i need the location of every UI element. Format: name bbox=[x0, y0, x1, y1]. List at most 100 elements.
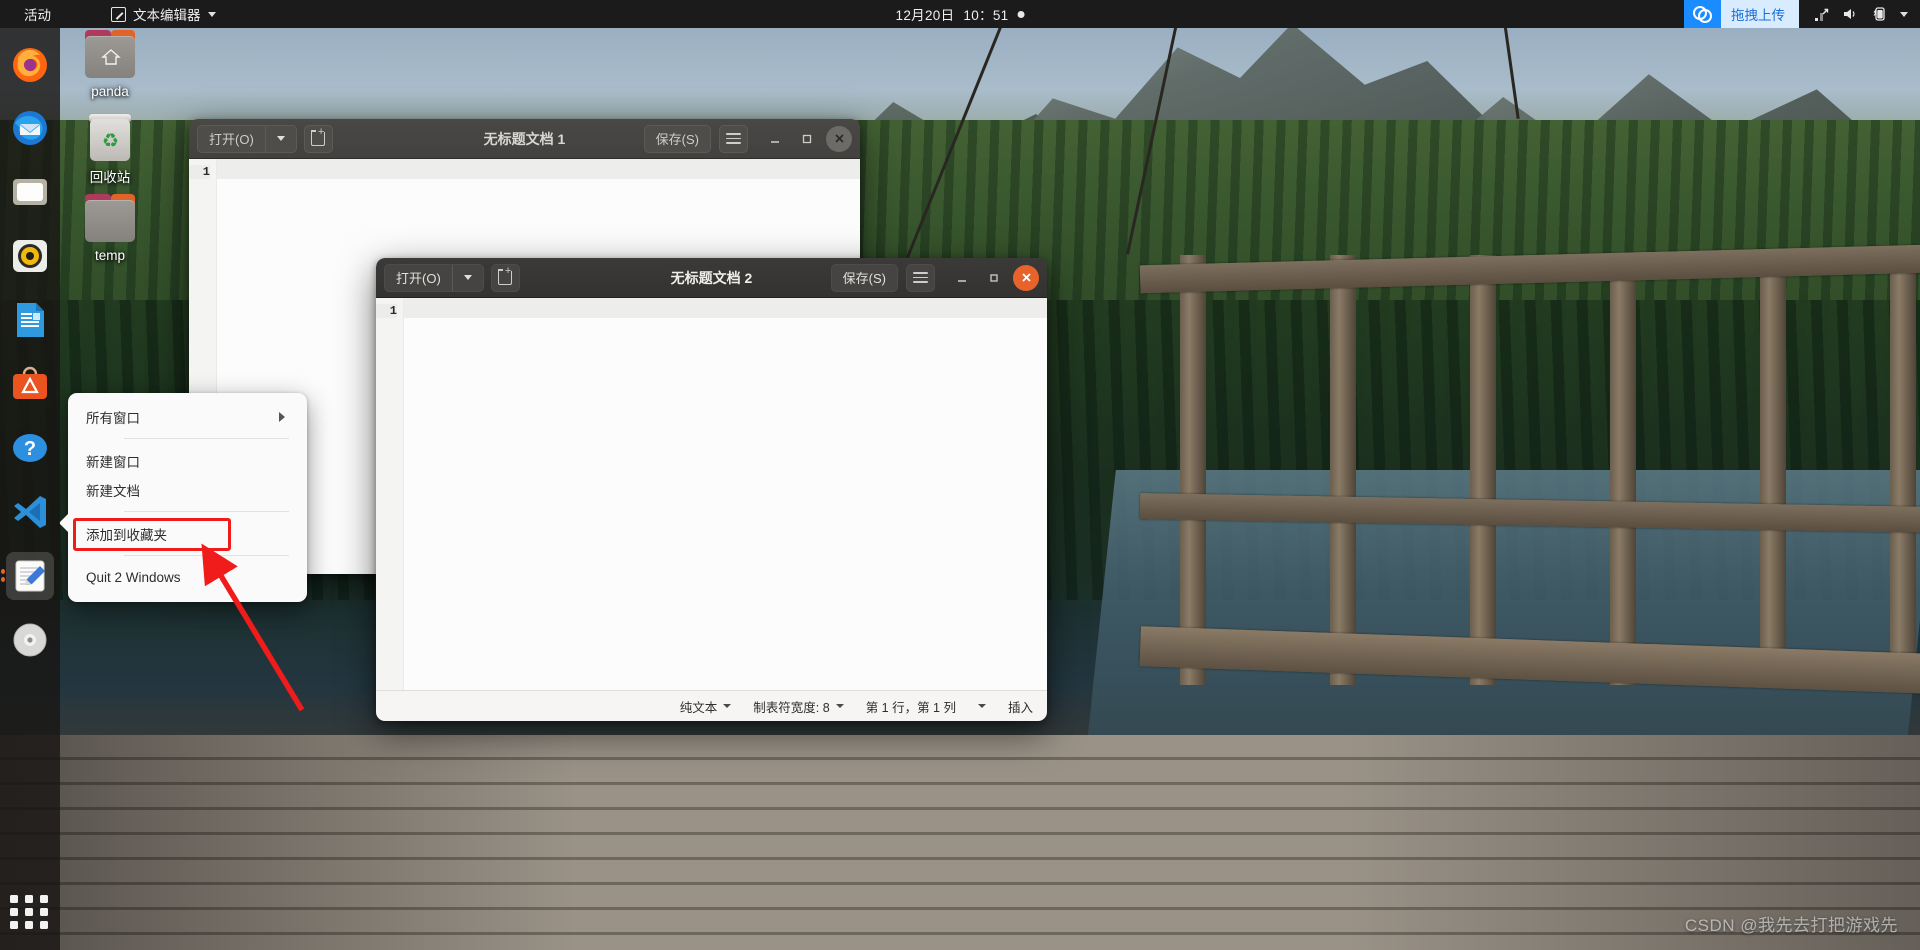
activities-button[interactable]: 活动 bbox=[14, 1, 61, 27]
dock-context-menu: 所有窗口 新建窗口 新建文档 添加到收藏夹 Quit 2 Windows bbox=[59, 393, 307, 602]
chevron-down-icon bbox=[723, 704, 732, 708]
trash-icon: ♻ bbox=[81, 110, 139, 162]
watermark: CSDN @我先去打把游戏先 bbox=[1684, 916, 1898, 935]
window-1-minimize-button[interactable] bbox=[762, 126, 788, 152]
chevron-down-icon bbox=[463, 275, 472, 280]
line-number: 1 bbox=[376, 304, 397, 318]
window-2-close-button[interactable] bbox=[1013, 264, 1039, 291]
window-2-maximize-button[interactable] bbox=[981, 265, 1007, 291]
wallpaper-bridge-deck bbox=[0, 735, 1920, 950]
chevron-down-icon[interactable] bbox=[1900, 11, 1908, 17]
minimize-icon bbox=[771, 140, 779, 143]
window-1-titlebar[interactable]: 打开(O) 无标题文档 1 保存(S) bbox=[189, 119, 860, 159]
hamburger-menu-icon bbox=[913, 272, 928, 283]
ubuntu-software-icon bbox=[13, 366, 47, 399]
home-folder-icon bbox=[81, 28, 139, 80]
chevron-right-icon bbox=[279, 411, 285, 422]
chevron-down-icon bbox=[835, 704, 844, 708]
svg-text:?: ? bbox=[24, 438, 36, 460]
menu-item-quit-windows[interactable]: Quit 2 Windows bbox=[68, 563, 307, 592]
tab-width-selector[interactable]: 制表符宽度: 8 bbox=[753, 697, 844, 716]
window-2[interactable]: 打开(O) 无标题文档 2 保存(S) 1 bbox=[376, 258, 1047, 721]
desktop-icon-label: temp bbox=[94, 248, 125, 263]
dock-item-help[interactable]: ? bbox=[6, 424, 54, 472]
window-2-editor[interactable]: 1 bbox=[376, 298, 1047, 690]
menu-item-new-window[interactable]: 新建窗口 bbox=[68, 446, 307, 475]
hamburger-menu-icon bbox=[726, 133, 741, 144]
window-2-titlebar[interactable]: 打开(O) 无标题文档 2 保存(S) bbox=[376, 258, 1047, 298]
insert-mode-indicator[interactable]: 插入 bbox=[1008, 697, 1033, 716]
dock-item-libreoffice[interactable] bbox=[6, 296, 54, 344]
window-2-new-document-button[interactable] bbox=[490, 263, 520, 292]
dock-item-firefox[interactable] bbox=[6, 40, 54, 88]
syntax-selector[interactable]: 纯文本 bbox=[680, 697, 732, 716]
window-1-open-button[interactable]: 打开(O) bbox=[197, 124, 297, 153]
battery-icon[interactable] bbox=[1871, 6, 1887, 22]
chevron-down-icon bbox=[977, 704, 986, 708]
clock-button[interactable]: 12月20日 10：51 bbox=[896, 4, 1025, 24]
window-2-gutter: 1 bbox=[376, 298, 404, 690]
dock-item-text-editor[interactable] bbox=[1, 552, 54, 600]
wallpaper-bridge-post bbox=[1470, 255, 1496, 685]
open-label[interactable]: 打开(O) bbox=[198, 126, 265, 152]
window-2-minimize-button[interactable] bbox=[949, 265, 975, 291]
wallpaper-bridge-post bbox=[1610, 255, 1636, 685]
dock-item-ubuntu-software[interactable] bbox=[6, 360, 54, 408]
firefox-icon bbox=[13, 48, 47, 82]
window-1-menu-button[interactable] bbox=[719, 124, 748, 153]
desktop-icon-label: 回收站 bbox=[89, 170, 131, 185]
open-label[interactable]: 打开(O) bbox=[385, 265, 452, 291]
window-1-save-button[interactable]: 保存(S) bbox=[643, 124, 711, 153]
desktop-icon-temp[interactable]: temp bbox=[62, 192, 158, 263]
close-icon bbox=[1021, 273, 1031, 282]
files-icon bbox=[13, 179, 47, 205]
window-2-statusbar: 纯文本 制表符宽度: 8 第 1 行，第 1 列 插入 bbox=[376, 690, 1047, 721]
dock-item-vscode[interactable] bbox=[6, 488, 54, 536]
app-grid-icon bbox=[10, 895, 18, 903]
text-editor-icon bbox=[15, 560, 45, 592]
close-icon bbox=[834, 134, 844, 143]
app-menu-button[interactable]: 文本编辑器 bbox=[103, 1, 224, 27]
baidu-netdisk-icon[interactable] bbox=[1684, 0, 1721, 28]
current-line-highlight bbox=[217, 159, 860, 179]
show-applications-button[interactable] bbox=[10, 892, 50, 932]
top-bar: 活动 文本编辑器 12月20日 10：51 拖拽上传 bbox=[0, 0, 1920, 28]
dock-item-thunderbird[interactable] bbox=[6, 104, 54, 152]
window-2-menu-button[interactable] bbox=[906, 263, 935, 292]
thunderbird-icon bbox=[13, 111, 47, 145]
menu-separator bbox=[124, 511, 289, 512]
chevron-down-icon bbox=[207, 11, 216, 17]
wallpaper-bridge-post bbox=[1760, 255, 1786, 685]
wallpaper-bridge-post bbox=[1890, 255, 1916, 685]
clock-time: 10：51 bbox=[963, 8, 1009, 23]
disc-icon bbox=[13, 623, 47, 657]
desktop-icon-trash[interactable]: ♻ 回收站 bbox=[62, 110, 158, 186]
dock-item-rhythmbox[interactable] bbox=[6, 232, 54, 280]
new-document-icon bbox=[497, 266, 513, 285]
network-icon[interactable] bbox=[1813, 6, 1829, 22]
rhythmbox-icon bbox=[13, 240, 47, 272]
libreoffice-writer-icon bbox=[17, 303, 44, 337]
new-document-icon bbox=[310, 127, 326, 146]
folder-icon bbox=[81, 192, 139, 244]
menu-item-add-to-favorites[interactable]: 添加到收藏夹 bbox=[68, 519, 307, 548]
window-2-save-button[interactable]: 保存(S) bbox=[830, 263, 898, 292]
chevron-down-icon bbox=[276, 136, 285, 141]
app-menu-label: 文本编辑器 bbox=[133, 8, 201, 23]
volume-icon[interactable] bbox=[1842, 6, 1858, 22]
menu-separator bbox=[124, 438, 289, 439]
window-1-close-button[interactable] bbox=[826, 125, 852, 152]
menu-item-new-document[interactable]: 新建文档 bbox=[68, 475, 307, 504]
wallpaper-bridge-post bbox=[1330, 255, 1356, 685]
window-2-open-button[interactable]: 打开(O) bbox=[384, 263, 484, 292]
window-2-text-area[interactable] bbox=[404, 298, 1047, 690]
desktop-icon-panda[interactable]: panda bbox=[62, 28, 158, 99]
dock-item-disc[interactable] bbox=[6, 616, 54, 664]
minimize-icon bbox=[958, 279, 966, 282]
window-1-new-document-button[interactable] bbox=[303, 124, 333, 153]
menu-item-all-windows[interactable]: 所有窗口 bbox=[68, 402, 307, 431]
cursor-position-selector[interactable]: 第 1 行，第 1 列 bbox=[866, 697, 986, 716]
window-1-maximize-button[interactable] bbox=[794, 126, 820, 152]
baidu-upload-label[interactable]: 拖拽上传 bbox=[1721, 0, 1799, 28]
dock-item-files[interactable] bbox=[6, 168, 54, 216]
